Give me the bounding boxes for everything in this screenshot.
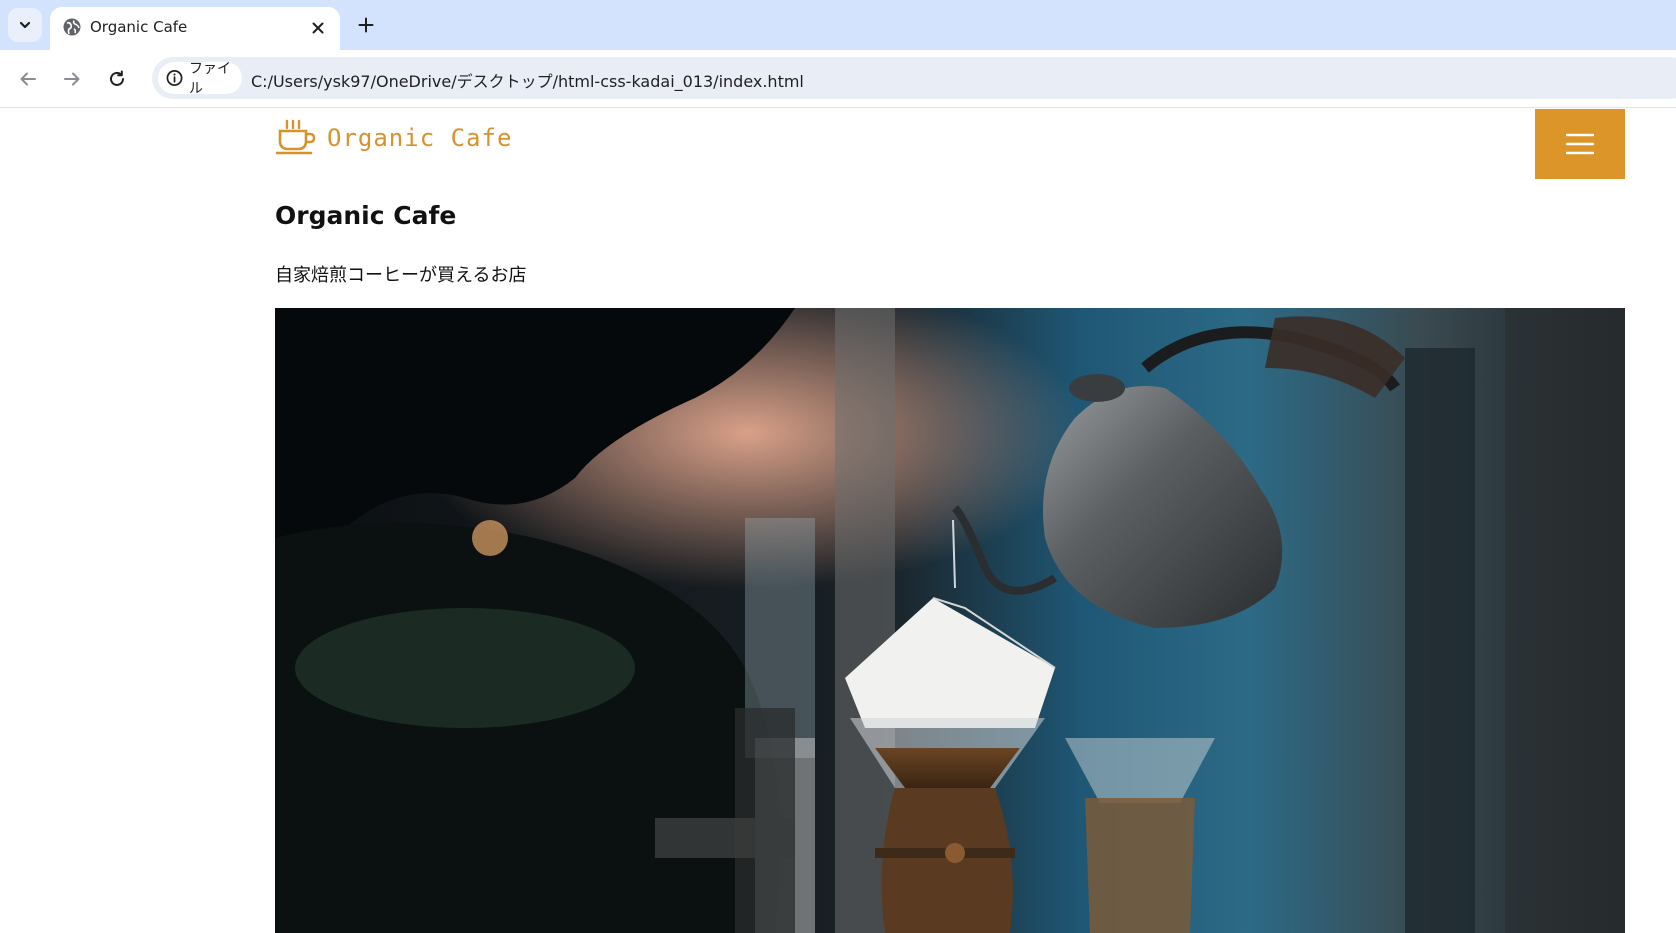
chevron-down-icon	[19, 21, 31, 29]
globe-icon	[63, 18, 81, 36]
back-button[interactable]	[11, 62, 45, 96]
tab-close-button[interactable]	[305, 15, 331, 41]
forward-button[interactable]	[55, 62, 89, 96]
site-logo[interactable]: Organic Cafe	[275, 119, 512, 157]
plus-icon	[358, 17, 374, 33]
address-bar[interactable]: ファイル C:/Users/ysk97/OneDrive/デスクトップ/html…	[152, 57, 1676, 99]
page-content: Organic Cafe Organic Cafe 自家焙煎コーヒーが買えるお店	[0, 109, 1676, 933]
site-chip-label: ファイル	[189, 61, 232, 97]
logo-text: Organic Cafe	[327, 124, 513, 152]
tab-title: Organic Cafe	[90, 18, 188, 36]
arrow-left-icon	[20, 72, 36, 86]
tab-list-button[interactable]	[8, 8, 42, 42]
close-icon	[312, 22, 324, 34]
info-icon	[166, 70, 183, 86]
coffee-cup-icon	[275, 119, 316, 155]
hamburger-menu-icon	[1566, 133, 1594, 155]
coffee-pour-photo	[275, 308, 1625, 933]
page-title: Organic Cafe	[275, 201, 457, 230]
tab-strip: Organic Cafe	[0, 0, 1676, 50]
tagline: 自家焙煎コーヒーが買えるお店	[275, 265, 527, 286]
arrow-right-icon	[64, 72, 80, 86]
site-info-chip[interactable]: ファイル	[158, 61, 242, 97]
browser-tab[interactable]: Organic Cafe	[50, 7, 340, 50]
reload-button[interactable]	[100, 62, 134, 96]
url-text[interactable]: C:/Users/ysk97/OneDrive/デスクトップ/html-css-…	[251, 68, 804, 92]
browser-toolbar: ファイル C:/Users/ysk97/OneDrive/デスクトップ/html…	[0, 50, 1676, 108]
hamburger-menu-button[interactable]	[1535, 109, 1625, 179]
hero-image	[275, 308, 1625, 933]
reload-icon	[110, 70, 124, 86]
new-tab-button[interactable]	[350, 9, 382, 41]
